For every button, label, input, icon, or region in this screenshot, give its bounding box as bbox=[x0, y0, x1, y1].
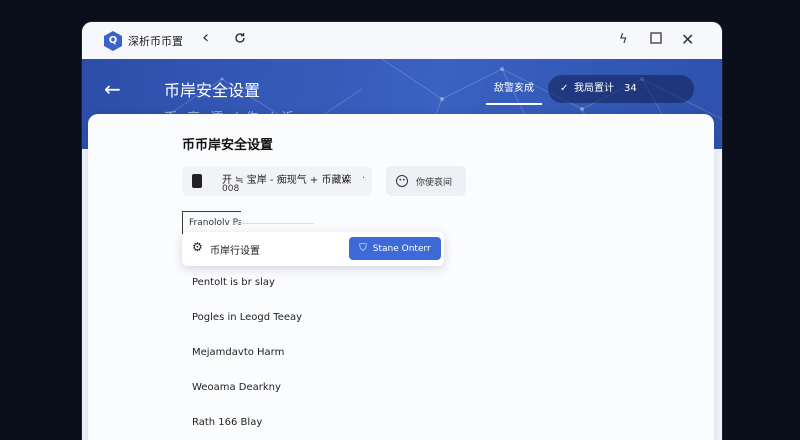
status-pill-count: 34 bbox=[624, 83, 637, 94]
popup-action-button[interactable]: ⛉ Stane Onterr bbox=[349, 237, 441, 260]
app-title: 深析币币置 bbox=[128, 35, 183, 48]
list-item[interactable]: Mejamdavto Harm bbox=[192, 347, 284, 367]
back-arrow-icon[interactable]: ← bbox=[104, 77, 121, 101]
page-title: 币岸安全设置 bbox=[164, 81, 261, 100]
account-dropdown[interactable]: 开 ≒ 宝岸 - 痴现气 + 币藏滦 008 ∨ · bbox=[182, 166, 372, 196]
more-icon[interactable]: · bbox=[362, 173, 365, 184]
list-item[interactable]: Weoama Dearkny bbox=[192, 382, 281, 402]
check-icon: ✓ bbox=[560, 83, 569, 94]
app-window: Q 深析币币置 ‹ ϟ ✕ ← 币岸安全设置 币 享 濡 ⁄ 伤 ⁄ 诉 bbox=[82, 22, 722, 440]
maximize-icon[interactable] bbox=[650, 30, 662, 50]
bolt-icon[interactable]: ϟ bbox=[619, 30, 628, 50]
popup-label: 币岸行设置 bbox=[210, 246, 260, 257]
list-item[interactable]: Pentolt is br slay bbox=[192, 277, 275, 297]
popup-button-label: Stane Onterr bbox=[372, 244, 431, 254]
chevron-left-icon[interactable]: ‹ bbox=[202, 28, 209, 48]
message-icon: •• bbox=[396, 175, 408, 187]
help-button[interactable]: •• 你使哀间 bbox=[386, 166, 466, 196]
settings-popup: ⚙ 币岸行设置 ⛉ Stane Onterr bbox=[182, 232, 444, 266]
status-pill[interactable]: ✓ 我局置计 34 bbox=[548, 75, 694, 103]
card-title: 币币岸安全设置 bbox=[182, 138, 274, 153]
tab-active[interactable]: 敌警亥成 bbox=[486, 75, 542, 105]
close-icon[interactable]: ✕ bbox=[681, 30, 694, 50]
title-bar: Q 深析币币置 ‹ ϟ ✕ bbox=[82, 22, 722, 60]
search-underline bbox=[234, 223, 314, 224]
chevron-down-icon: ∨ bbox=[341, 175, 348, 185]
app-logo-icon: Q bbox=[104, 31, 122, 51]
refresh-icon[interactable] bbox=[234, 30, 246, 50]
status-pill-label: 我局置计 bbox=[574, 83, 614, 94]
search-input[interactable] bbox=[182, 211, 241, 234]
lock-icon bbox=[192, 174, 202, 188]
help-label: 你使哀间 bbox=[416, 178, 453, 188]
gear-icon: ⚙ bbox=[192, 240, 203, 254]
dropdown-label: 开 ≒ 宝岸 - 痴现气 + 币藏滦 bbox=[222, 175, 352, 186]
dropdown-value: 008 bbox=[222, 184, 240, 194]
list-item[interactable]: Pogles in Leogd Teeay bbox=[192, 312, 302, 332]
settings-card: 币币岸安全设置 开 ≒ 宝岸 - 痴现气 + 币藏滦 008 ∨ · •• 你使… bbox=[88, 114, 714, 440]
shield-icon: ⛉ bbox=[359, 243, 367, 254]
list-item[interactable]: Rath 166 Blay bbox=[192, 417, 262, 437]
